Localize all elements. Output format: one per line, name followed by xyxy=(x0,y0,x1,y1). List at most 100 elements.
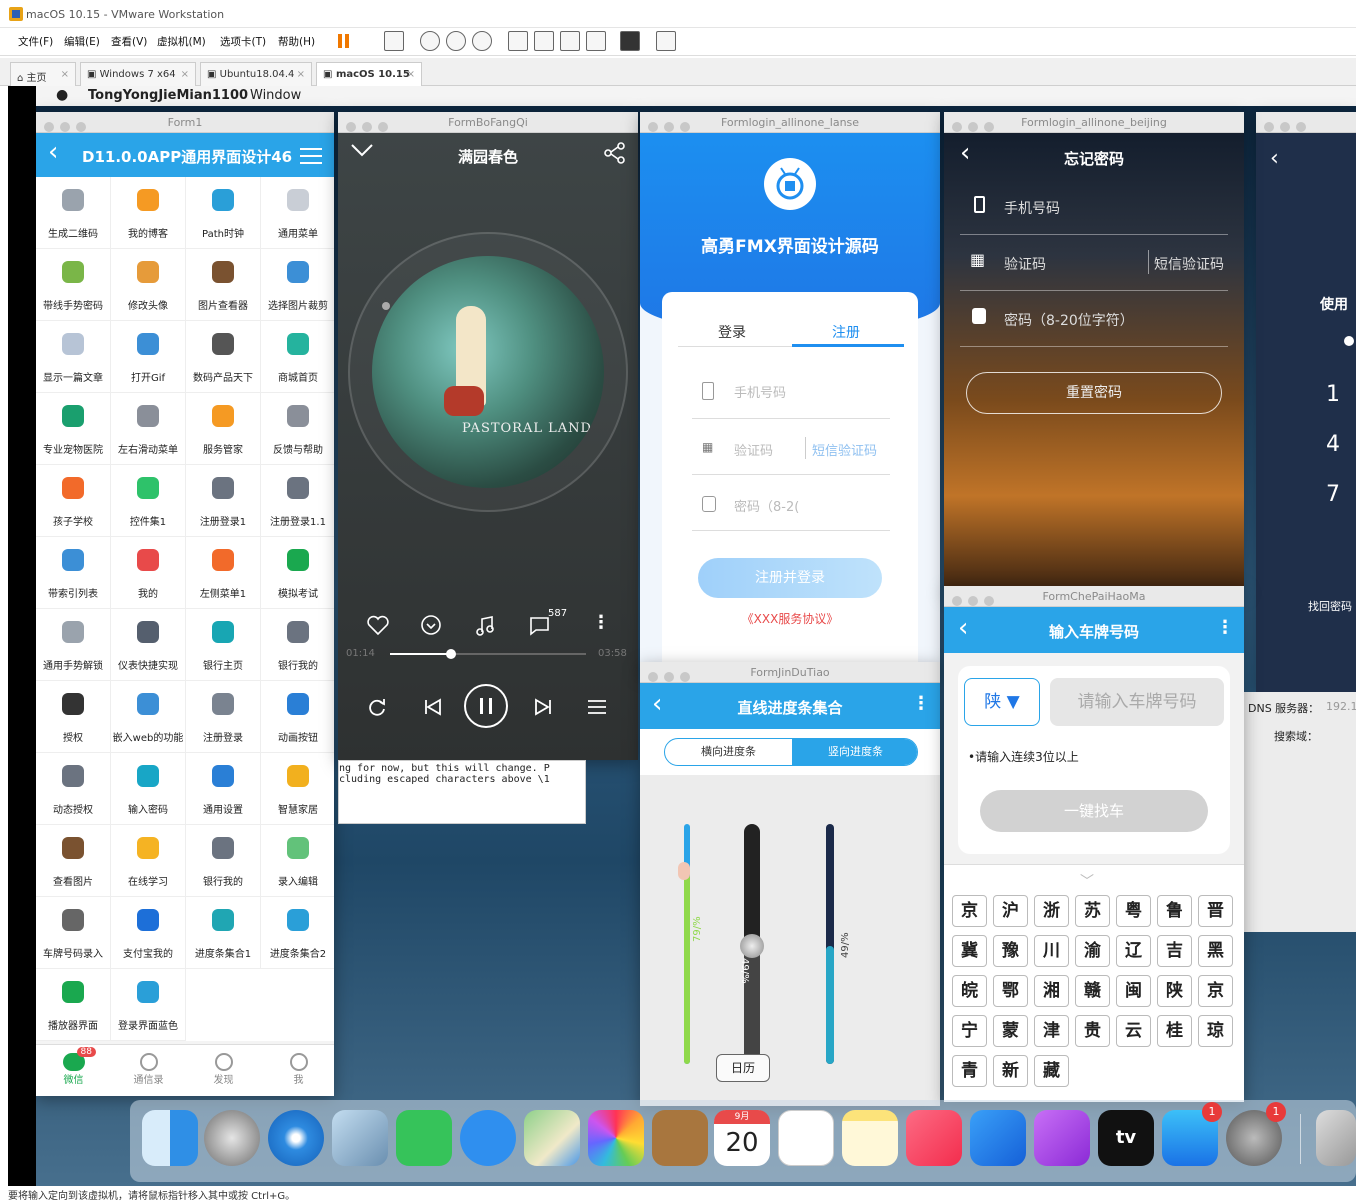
province-key[interactable]: 湘 xyxy=(1034,975,1069,1007)
province-key[interactable]: 津 xyxy=(1034,1015,1069,1047)
notes-icon[interactable] xyxy=(842,1110,898,1166)
snapshot-revert-icon[interactable] xyxy=(446,31,466,51)
pause-icon[interactable] xyxy=(334,31,354,51)
grid-item[interactable]: 智慧家居 xyxy=(261,753,334,825)
close-icon[interactable]: × xyxy=(297,69,305,80)
progress-window[interactable]: FormJinDuTiao ‹ 直线进度条集合 ⋮ 横向进度条 竖向进度条 79… xyxy=(640,662,940,1106)
grid-item[interactable]: 带线手势密码 xyxy=(36,249,111,321)
menu-help[interactable]: 帮助(H) xyxy=(278,34,315,49)
view-options-icon[interactable] xyxy=(656,31,676,51)
register-login-button[interactable]: 注册并登录 xyxy=(698,558,882,598)
tab-ubuntu[interactable]: ▣ Ubuntu18.04.4 × xyxy=(200,62,312,86)
previous-icon[interactable] xyxy=(422,696,444,718)
province-key[interactable]: 鄂 xyxy=(993,975,1028,1007)
plate-input[interactable]: 请输入车牌号码 xyxy=(1050,678,1224,726)
province-key[interactable]: 琼 xyxy=(1198,1015,1233,1047)
province-key[interactable]: 吉 xyxy=(1157,935,1192,967)
tab-horizontal[interactable]: 横向进度条 xyxy=(665,739,792,765)
sms-code-button[interactable]: 短信验证码 xyxy=(1154,254,1224,274)
code-field[interactable]: 验证码 xyxy=(734,440,773,459)
snapshot-manager-icon[interactable] xyxy=(472,31,492,51)
menu-icon[interactable] xyxy=(300,147,322,165)
grid-item[interactable]: 支付宝我的 xyxy=(111,897,186,969)
grid-item[interactable]: 显示一篇文章 xyxy=(36,321,111,393)
province-key[interactable]: 辽 xyxy=(1116,935,1151,967)
grid-item[interactable]: 嵌入web的功能 xyxy=(111,681,186,753)
password-field[interactable]: 密码（8-2( xyxy=(734,496,799,515)
province-key[interactable]: 新 xyxy=(993,1055,1028,1087)
grid-item[interactable]: 反馈与帮助 xyxy=(261,393,334,465)
province-key[interactable]: 黑 xyxy=(1198,935,1233,967)
province-key[interactable]: 京 xyxy=(1198,975,1233,1007)
grid-item[interactable]: 生成二维码 xyxy=(36,177,111,249)
find-car-button[interactable]: 一键找车 xyxy=(980,790,1208,832)
podcasts-icon[interactable] xyxy=(1034,1110,1090,1166)
menu-tabs[interactable]: 选项卡(T) xyxy=(220,34,266,49)
password-field[interactable]: 密码（8-20位字符） xyxy=(1004,310,1134,330)
back-icon[interactable]: ‹ xyxy=(48,137,58,167)
agreement-link[interactable]: 《XXX服务协议》 xyxy=(662,610,918,627)
grid-item[interactable]: 注册登录1.1 xyxy=(261,465,334,537)
province-key[interactable]: 晋 xyxy=(1198,895,1233,927)
grid-item[interactable]: 图片查看器 xyxy=(186,249,261,321)
forgot-password-window[interactable]: Formlogin_allinone_beijing ‹ 忘记密码 手机号码 ▦… xyxy=(944,112,1244,592)
grid-item[interactable]: 注册登录 xyxy=(186,681,261,753)
grid-item[interactable]: 登录界面蓝色 xyxy=(111,969,186,1041)
province-key[interactable]: 豫 xyxy=(993,935,1028,967)
library-icon[interactable] xyxy=(508,31,528,51)
next-icon[interactable] xyxy=(532,696,554,718)
slider-knob[interactable] xyxy=(740,934,764,959)
grid-item[interactable]: 注册登录1 xyxy=(186,465,261,537)
grid-item[interactable]: 录入编辑 xyxy=(261,825,334,897)
grid-item[interactable]: 进度条集合2 xyxy=(261,897,334,969)
pause-button[interactable] xyxy=(464,684,508,728)
vertical-progress-2[interactable] xyxy=(740,824,764,1064)
unity-icon[interactable] xyxy=(586,31,606,51)
apple-tv-icon[interactable]: tv xyxy=(1098,1110,1154,1166)
safari-icon[interactable] xyxy=(268,1110,324,1166)
grid-item[interactable]: 动态授权 xyxy=(36,753,111,825)
plate-window[interactable]: FormChePaiHaoMa ‹ 输入车牌号码 ⋮ 陕 ▼ 请输入车牌号码 •… xyxy=(944,586,1244,1102)
music-icon[interactable] xyxy=(906,1110,962,1166)
app-store-icon[interactable]: 1 xyxy=(1162,1102,1222,1166)
grid-item[interactable]: 银行主页 xyxy=(186,609,261,681)
province-key[interactable]: 云 xyxy=(1116,1015,1151,1047)
province-key[interactable]: 蒙 xyxy=(993,1015,1028,1047)
launchpad-icon[interactable] xyxy=(204,1110,260,1166)
grid-item[interactable]: 打开Gif xyxy=(111,321,186,393)
grid-item[interactable]: 我的 xyxy=(111,537,186,609)
seek-knob[interactable] xyxy=(445,649,456,659)
province-key[interactable]: 赣 xyxy=(1075,975,1110,1007)
fullscreen-icon[interactable] xyxy=(560,31,580,51)
find-password-link[interactable]: 找回密码 xyxy=(1308,598,1352,614)
grid-item[interactable]: 银行我的 xyxy=(186,825,261,897)
grid-item[interactable]: 服务管家 xyxy=(186,393,261,465)
xcode-icon[interactable] xyxy=(970,1110,1026,1166)
grid-item[interactable]: 控件集1 xyxy=(111,465,186,537)
system-preferences-icon[interactable]: 1 xyxy=(1226,1102,1286,1166)
grid-item[interactable]: 播放器界面 xyxy=(36,969,111,1041)
grid-item[interactable]: 左侧菜单1 xyxy=(186,537,261,609)
grid-item[interactable]: 银行我的 xyxy=(261,609,334,681)
province-key[interactable]: 苏 xyxy=(1075,895,1110,927)
tab-windows7[interactable]: ▣ Windows 7 x64 × xyxy=(80,62,196,86)
grid-item[interactable]: 商城首页 xyxy=(261,321,334,393)
province-key[interactable]: 藏 xyxy=(1034,1055,1069,1087)
keypad-7[interactable]: 7 xyxy=(1326,482,1340,507)
grid-item[interactable]: 通用设置 xyxy=(186,753,261,825)
close-icon[interactable]: × xyxy=(407,69,415,80)
more-icon[interactable]: ⋮ xyxy=(592,612,610,633)
menu-view[interactable]: 查看(V) xyxy=(111,34,147,49)
tab-register[interactable]: 注册 xyxy=(832,322,860,342)
tab-home[interactable]: ⌂ 主页 × xyxy=(10,62,76,86)
repeat-icon[interactable] xyxy=(366,696,388,718)
more-icon[interactable]: ⋮ xyxy=(1216,617,1234,638)
tab-vertical[interactable]: 竖向进度条 xyxy=(792,739,917,765)
grid-item[interactable]: 数码产品天下 xyxy=(186,321,261,393)
send-keys-icon[interactable] xyxy=(384,31,404,51)
heart-icon[interactable] xyxy=(366,614,390,636)
grid-item[interactable]: 左右滑动菜单 xyxy=(111,393,186,465)
grid-item[interactable]: 进度条集合1 xyxy=(186,897,261,969)
music-effect-icon[interactable] xyxy=(474,614,498,636)
grid-item[interactable]: 仪表快捷实现 xyxy=(111,609,186,681)
